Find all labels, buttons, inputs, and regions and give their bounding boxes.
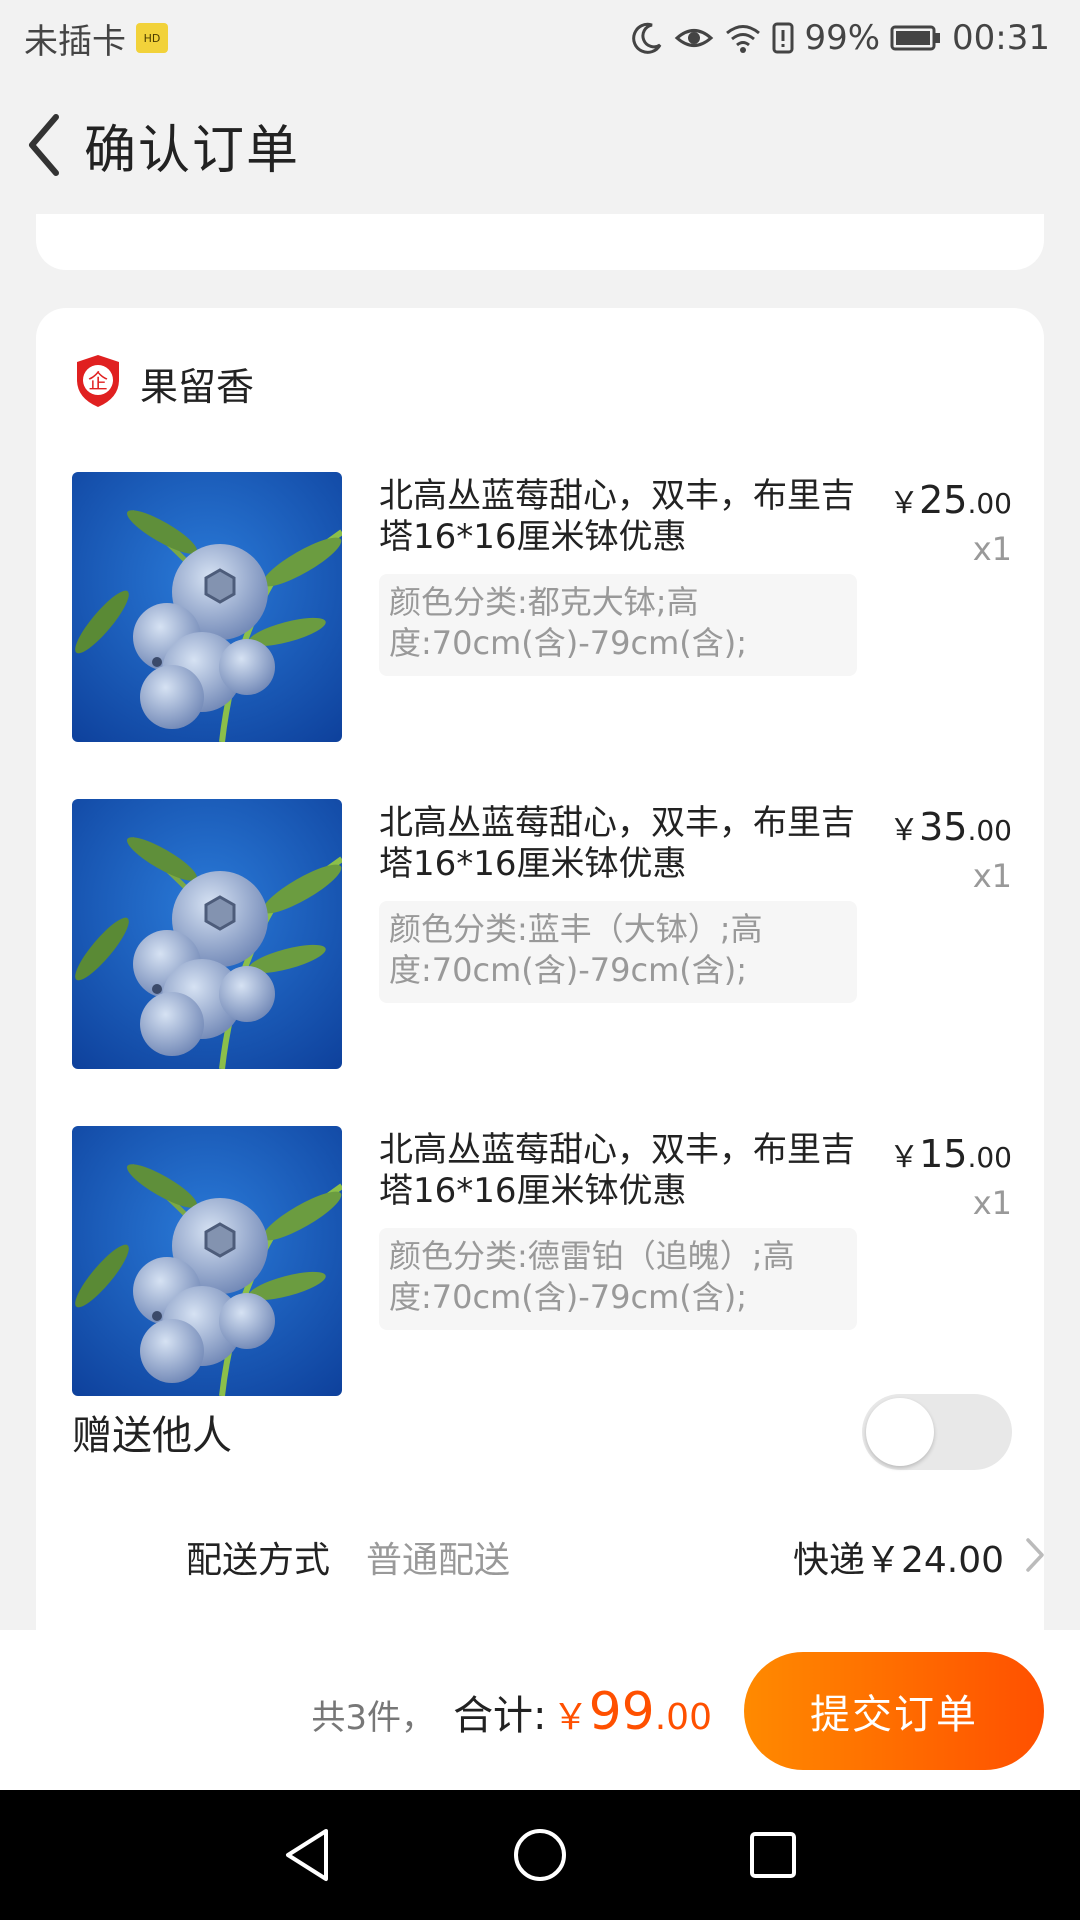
product-title: 北高丛蓝莓甜心，双丰，布里吉塔16*16厘米钵优惠 xyxy=(379,476,855,557)
product-price: ￥15.00 xyxy=(889,1132,1012,1176)
shipping-method: 普通配送 xyxy=(366,1540,511,1581)
product-title: 北高丛蓝莓甜心，双丰，布里吉塔16*16厘米钵优惠 xyxy=(379,803,855,884)
gift-label: 赠送他人 xyxy=(72,1413,232,1459)
page-title: 确认订单 xyxy=(84,120,301,181)
total-decimal: .00 xyxy=(654,1697,712,1738)
shop-name: 果留香 xyxy=(140,364,255,409)
hd-badge: HD xyxy=(136,23,168,53)
price-decimal: .00 xyxy=(967,1141,1012,1174)
item-count: 共3件， xyxy=(311,1698,436,1738)
shipping-label: 配送方式 xyxy=(186,1540,331,1581)
price-integer: 35 xyxy=(919,805,968,849)
submit-order-button[interactable]: 提交订单 xyxy=(744,1652,1044,1770)
battery-percent: 99% xyxy=(804,18,881,58)
product-sku: 颜色分类:德雷铂（追魄）;高度:70cm(含)-79cm(含); xyxy=(379,1228,857,1330)
checkout-bar: 共3件， 合计: ￥ 99 .00 提交订单 xyxy=(0,1630,1080,1790)
shop-header[interactable]: 企 果留香 xyxy=(74,348,254,418)
product-sku: 颜色分类:蓝丰（大钵）;高度:70cm(含)-79cm(含); xyxy=(379,901,857,1003)
product-price: ￥35.00 xyxy=(889,805,1012,849)
total-integer: 99 xyxy=(588,1682,655,1742)
total-label: 合计: xyxy=(453,1693,547,1739)
status-left: 未插卡 HD xyxy=(24,14,168,63)
total-symbol: ￥ xyxy=(552,1697,589,1738)
product-image xyxy=(72,1126,342,1396)
product-title: 北高丛蓝莓甜心，双丰，布里吉塔16*16厘米钵优惠 xyxy=(379,1130,855,1211)
shipping-row[interactable]: 配送方式 普通配送 快递￥24.00 xyxy=(186,1522,1046,1592)
price-symbol: ￥ xyxy=(889,1140,920,1175)
system-home-button[interactable] xyxy=(500,1815,580,1895)
status-bar: 未插卡 HD 99% 00:31 xyxy=(0,0,1080,76)
product-item[interactable]: 北高丛蓝莓甜心，双丰，布里吉塔16*16厘米钵优惠 颜色分类:蓝丰（大钵）;高度… xyxy=(72,799,1012,1069)
order-total: 共3件， 合计: ￥ 99 .00 xyxy=(311,1682,712,1742)
product-quantity: x1 xyxy=(972,530,1012,568)
enterprise-shield-icon: 企 xyxy=(74,353,122,413)
clock: 00:31 xyxy=(952,18,1050,58)
product-quantity: x1 xyxy=(972,1184,1012,1222)
square-recents-icon xyxy=(750,1832,797,1878)
price-integer: 15 xyxy=(919,1132,968,1176)
circle-home-icon xyxy=(513,1829,566,1881)
toggle-knob xyxy=(866,1398,934,1466)
system-nav-bar xyxy=(0,1790,1080,1920)
chevron-left-icon xyxy=(29,114,59,176)
gift-toggle[interactable] xyxy=(862,1394,1012,1470)
product-price: ￥25.00 xyxy=(889,478,1012,522)
product-item[interactable]: 北高丛蓝莓甜心，双丰，布里吉塔16*16厘米钵优惠 颜色分类:都克大钵;高度:7… xyxy=(72,472,1012,742)
alert-icon xyxy=(772,22,794,54)
price-decimal: .00 xyxy=(967,487,1012,520)
price-integer: 25 xyxy=(919,478,968,522)
system-recents-button[interactable] xyxy=(733,1815,813,1895)
gift-row: 赠送他人 xyxy=(72,1392,1012,1472)
address-card-bottom xyxy=(36,214,1044,270)
status-right: 99% 00:31 xyxy=(630,18,1050,58)
product-sku: 颜色分类:都克大钵;高度:70cm(含)-79cm(含); xyxy=(379,574,857,676)
carrier-text: 未插卡 xyxy=(24,21,126,62)
moon-icon xyxy=(630,21,664,55)
price-symbol: ￥ xyxy=(889,486,920,521)
shop-card: 企 果留香 北高丛蓝莓甜心，双丰，布里吉塔16*16厘米钵优惠 颜色分类:都克大… xyxy=(36,308,1044,1630)
eye-icon xyxy=(674,23,714,53)
wifi-icon xyxy=(724,22,762,54)
svg-text:企: 企 xyxy=(88,369,108,393)
price-symbol: ￥ xyxy=(889,813,920,848)
back-button[interactable] xyxy=(14,105,74,185)
product-item[interactable]: 北高丛蓝莓甜心，双丰，布里吉塔16*16厘米钵优惠 颜色分类:德雷铂（追魄）;高… xyxy=(72,1126,1012,1396)
order-content[interactable]: 企 果留香 北高丛蓝莓甜心，双丰，布里吉塔16*16厘米钵优惠 颜色分类:都克大… xyxy=(0,214,1080,1630)
system-back-button[interactable] xyxy=(267,1815,347,1895)
chevron-right-icon xyxy=(1024,1536,1046,1578)
shipping-price: 快递￥24.00 xyxy=(792,1540,1004,1581)
header: 确认订单 xyxy=(0,76,1080,214)
battery-icon xyxy=(890,24,942,52)
product-image xyxy=(72,799,342,1069)
product-image xyxy=(72,472,342,742)
price-decimal: .00 xyxy=(967,814,1012,847)
product-quantity: x1 xyxy=(972,857,1012,895)
triangle-back-icon xyxy=(285,1829,328,1881)
